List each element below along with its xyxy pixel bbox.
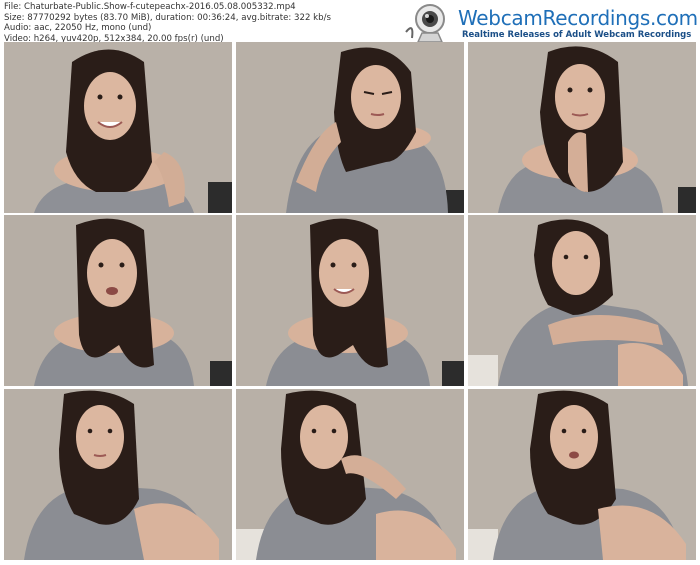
thumbnail <box>4 42 232 213</box>
thumbnail <box>236 215 464 386</box>
thumbnail-grid <box>0 0 700 565</box>
thumbnail <box>236 389 464 560</box>
thumbnail <box>468 389 696 560</box>
thumbnail <box>4 389 232 560</box>
thumbnail <box>468 42 696 213</box>
thumbnail <box>468 215 696 386</box>
thumbnail <box>4 215 232 386</box>
thumbnail <box>236 42 464 213</box>
